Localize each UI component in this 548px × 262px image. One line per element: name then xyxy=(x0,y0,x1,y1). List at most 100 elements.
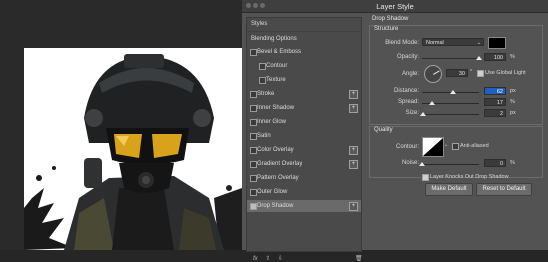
style-item-inner-shadow[interactable]: Inner Shadow + xyxy=(247,102,361,114)
blend-mode-select[interactable]: Normal ⌄ xyxy=(422,38,484,46)
dialog-titlebar[interactable]: Layer Style xyxy=(242,0,548,13)
opacity-label: Opacity: xyxy=(396,54,419,60)
size-slider[interactable] xyxy=(422,114,479,115)
add-icon[interactable]: + xyxy=(349,146,358,155)
section-title: Drop Shadow xyxy=(372,16,409,22)
style-item-label: Inner Glow xyxy=(257,119,287,125)
style-item-label: Inner Shadow xyxy=(257,105,295,111)
reset-to-default-button[interactable]: Reset to Default xyxy=(476,183,532,196)
style-item-color-overlay[interactable]: Color Overlay + xyxy=(247,144,361,156)
style-item-drop-shadow[interactable]: Drop Shadow + xyxy=(247,200,361,212)
checkbox[interactable] xyxy=(250,175,257,182)
checkbox[interactable] xyxy=(250,147,257,154)
style-item-outer-glow[interactable]: Outer Glow xyxy=(247,186,361,198)
style-item-inner-glow[interactable]: Inner Glow xyxy=(247,116,361,128)
noise-input[interactable]: 0 xyxy=(484,159,506,167)
distance-input[interactable]: 62 xyxy=(484,87,506,95)
contour-label: Contour: xyxy=(395,144,419,150)
size-slider-knob[interactable] xyxy=(420,112,427,116)
opacity-slider[interactable] xyxy=(422,58,479,59)
angle-dial-hand xyxy=(433,70,440,75)
add-icon[interactable]: + xyxy=(349,160,358,169)
knockout-checkbox[interactable] xyxy=(422,174,429,181)
checkbox[interactable] xyxy=(250,105,257,112)
noise-slider[interactable] xyxy=(422,164,479,165)
checkbox[interactable] xyxy=(250,119,257,126)
trash-icon[interactable]: 🗑 xyxy=(355,255,363,262)
use-global-light-label: Use Global Light xyxy=(485,70,526,76)
divider xyxy=(247,31,361,32)
checkbox[interactable] xyxy=(250,189,257,196)
use-global-light-checkbox[interactable] xyxy=(477,70,484,77)
spread-input[interactable]: 17 xyxy=(484,98,506,106)
style-item-label: Blending Options xyxy=(251,36,297,42)
opacity-slider-knob[interactable] xyxy=(476,56,482,60)
style-item-label: Gradient Overlay xyxy=(257,161,303,167)
blend-mode-value: Normal xyxy=(426,40,444,46)
make-default-button[interactable]: Make Default xyxy=(425,183,473,196)
style-item-stroke[interactable]: Stroke + xyxy=(247,88,361,100)
checkbox[interactable] xyxy=(259,77,266,84)
angle-input[interactable]: 30 xyxy=(446,69,468,77)
style-item-label: Contour xyxy=(266,63,288,69)
style-item-label: Texture xyxy=(266,77,286,83)
checkbox[interactable] xyxy=(259,63,266,70)
checkbox[interactable] xyxy=(250,49,257,56)
chevron-down-icon: ⌄ xyxy=(476,40,481,46)
style-item-label: Color Overlay xyxy=(257,147,294,153)
opacity-unit: % xyxy=(510,54,515,60)
noise-unit: % xyxy=(510,160,515,166)
quality-group xyxy=(369,126,543,178)
angle-dial[interactable] xyxy=(424,65,442,83)
styles-footer: fx ⇧ ⇩ 🗑 xyxy=(253,255,363,262)
opacity-input[interactable]: 100 xyxy=(484,53,506,61)
add-icon[interactable]: + xyxy=(349,104,358,113)
styles-header[interactable]: Styles xyxy=(247,18,361,30)
contour-picker[interactable] xyxy=(422,137,444,157)
knockout-label: Layer Knocks Out Drop Shadow xyxy=(430,174,509,180)
checkbox[interactable] xyxy=(250,133,257,140)
size-label: Size: xyxy=(405,110,419,116)
style-item-contour[interactable]: Contour xyxy=(247,60,361,72)
distance-label: Distance: xyxy=(393,88,419,94)
style-item-pattern-overlay[interactable]: Pattern Overlay xyxy=(247,172,361,184)
checkbox[interactable] xyxy=(250,91,257,98)
soldier-illustration xyxy=(24,54,242,250)
spread-slider-knob[interactable] xyxy=(428,101,435,105)
add-icon[interactable]: + xyxy=(349,202,358,211)
size-unit: px xyxy=(510,110,516,116)
spread-unit: % xyxy=(510,99,515,105)
style-item-label: Outer Glow xyxy=(257,189,288,195)
style-item-texture[interactable]: Texture xyxy=(247,74,361,86)
quality-title: Quality xyxy=(374,127,393,133)
move-up-icon[interactable]: ⇧ xyxy=(265,256,270,262)
style-item-blending-options[interactable]: Blending Options xyxy=(247,33,361,45)
document-canvas xyxy=(0,0,242,250)
contour-chevron-down-icon[interactable]: ⌄ xyxy=(444,142,448,148)
style-item-label: Pattern Overlay xyxy=(257,175,299,181)
size-input[interactable]: 2 xyxy=(484,109,506,117)
distance-unit: px xyxy=(510,88,516,94)
anti-aliased-label: Anti-aliased xyxy=(460,143,489,149)
style-item-bevel-emboss[interactable]: Bevel & Emboss xyxy=(247,46,361,58)
style-item-gradient-overlay[interactable]: Gradient Overlay + xyxy=(247,158,361,170)
checkbox[interactable] xyxy=(250,161,257,168)
add-icon[interactable]: + xyxy=(349,90,358,99)
contour-linear-icon xyxy=(423,138,443,156)
angle-label: Angle: xyxy=(401,71,419,77)
noise-slider-knob[interactable] xyxy=(419,162,425,166)
style-item-satin[interactable]: Satin xyxy=(247,130,361,142)
checkbox[interactable] xyxy=(250,203,257,210)
shadow-color-swatch[interactable] xyxy=(488,37,506,49)
move-down-icon[interactable]: ⇩ xyxy=(278,256,283,262)
styles-panel: Styles Blending Options Bevel & Emboss C… xyxy=(246,17,363,262)
anti-aliased-checkbox[interactable] xyxy=(452,143,459,150)
dialog-title: Layer Style xyxy=(376,2,414,11)
distance-slider-knob[interactable] xyxy=(450,90,457,94)
structure-title: Structure xyxy=(374,26,399,32)
styles-header-label: Styles xyxy=(251,21,268,27)
fx-icon[interactable]: fx xyxy=(253,256,258,262)
artboard xyxy=(24,48,242,250)
angle-unit: ° xyxy=(470,69,473,75)
blend-mode-label: Blend Mode: xyxy=(385,40,419,46)
